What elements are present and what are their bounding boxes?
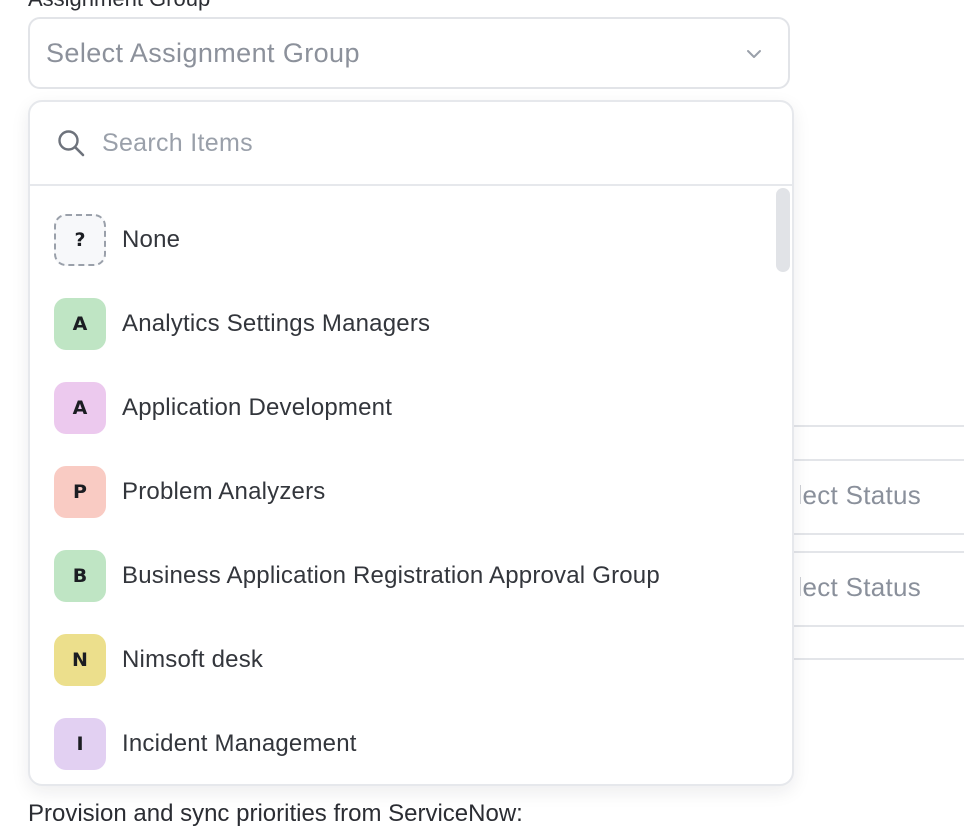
list-item[interactable]: P Problem Analyzers bbox=[30, 450, 770, 534]
avatar: ? bbox=[54, 214, 106, 266]
list-item-label: Business Application Registration Approv… bbox=[122, 562, 660, 589]
list-item[interactable]: I Incident Management bbox=[30, 702, 770, 784]
avatar: A bbox=[54, 382, 106, 434]
scrollbar-thumb[interactable] bbox=[776, 188, 790, 272]
list-item-label: Problem Analyzers bbox=[122, 478, 326, 505]
list-item-label: Application Development bbox=[122, 394, 393, 421]
list-item[interactable]: A Application Development bbox=[30, 366, 770, 450]
status-select-1-placeholder[interactable]: Select Status bbox=[800, 480, 964, 511]
divider bbox=[794, 658, 964, 660]
avatar: A bbox=[54, 298, 106, 350]
assignment-group-list: ? None A Analytics Settings Managers A A… bbox=[30, 186, 792, 784]
list-item-label: Incident Management bbox=[122, 730, 357, 757]
divider bbox=[794, 425, 964, 427]
chevron-down-icon bbox=[747, 50, 761, 58]
list-item-label: Nimsoft desk bbox=[122, 646, 264, 673]
avatar: P bbox=[54, 466, 106, 518]
list-item-label: None bbox=[122, 226, 181, 253]
list-item[interactable]: ? None bbox=[30, 198, 770, 282]
assignment-group-label: Assignment Group bbox=[28, 0, 210, 12]
assignment-group-dropdown: ? None A Analytics Settings Managers A A… bbox=[28, 100, 794, 786]
list-item[interactable]: N Nimsoft desk bbox=[30, 618, 770, 702]
search-input[interactable] bbox=[102, 120, 742, 166]
status-select-2-placeholder[interactable]: Select Status bbox=[800, 572, 964, 603]
list-item[interactable]: B Business Application Registration Appr… bbox=[30, 534, 770, 618]
search-row bbox=[30, 102, 792, 186]
search-icon bbox=[58, 130, 85, 157]
assignment-group-placeholder: Select Assignment Group bbox=[46, 37, 360, 68]
avatar: N bbox=[54, 634, 106, 686]
assignment-group-select[interactable]: Select Assignment Group bbox=[28, 17, 790, 89]
list-scrollbar[interactable] bbox=[774, 186, 792, 784]
list-item[interactable]: A Analytics Settings Managers bbox=[30, 282, 770, 366]
avatar: B bbox=[54, 550, 106, 602]
priorities-sync-label: Provision and sync priorities from Servi… bbox=[28, 800, 523, 827]
avatar: I bbox=[54, 718, 106, 770]
list-item-label: Analytics Settings Managers bbox=[122, 310, 431, 337]
